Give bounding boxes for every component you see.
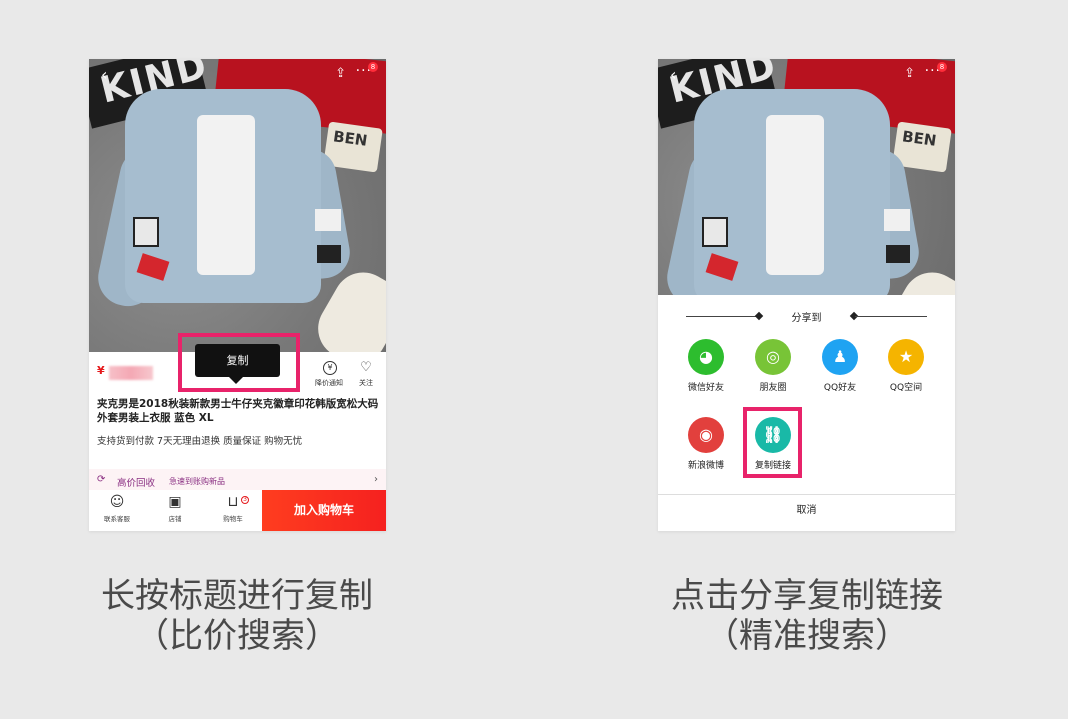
nav-cart[interactable]: ⊔ 3 购物车 (211, 494, 255, 523)
caption-left-line2: （比价搜索） (135, 616, 339, 656)
highlight-box-copy-link (743, 407, 802, 478)
service-guarantee: 支持货到付款 7天无理由退换 质量保证 购物无忧 (97, 436, 303, 447)
share-qzone[interactable]: ★ QQ空间 (876, 339, 936, 393)
nav-customer-service[interactable]: ☺ 联系客服 (95, 494, 139, 523)
nav-label: 购物车 (223, 515, 243, 523)
share-icon[interactable]: ⇪ (904, 66, 915, 81)
caption-right-line1: 点击分享复制链接 (671, 576, 943, 616)
divider-line (855, 316, 927, 317)
cancel-button[interactable]: 取消 (658, 501, 955, 516)
price-alert-icon[interactable]: ¥ (323, 361, 337, 375)
nav-label: 联系客服 (104, 515, 130, 523)
qzone-icon: ★ (888, 339, 924, 375)
price-alert-label[interactable]: 降价通知 (315, 378, 343, 388)
nav-label: 店铺 (168, 515, 182, 523)
price-symbol: ¥ (97, 364, 105, 377)
chevron-right-icon: › (374, 474, 378, 485)
share-moments[interactable]: ◎ 朋友圈 (743, 339, 803, 393)
share-qq[interactable]: ♟ QQ好友 (810, 339, 870, 393)
sheet-divider (658, 494, 955, 495)
product-photo: KIND BEN ‹ ⇪ ··· 8 (89, 59, 386, 352)
share-label: QQ空间 (889, 383, 923, 393)
nav-store[interactable]: ▣ 店铺 (153, 494, 197, 523)
product-page-right: KIND BEN ‹ ⇪ ··· 8 分享到 ◕ 微信好友 ◎ 朋友圈 ♟ QQ… (658, 59, 955, 531)
share-sheet: 分享到 ◕ 微信好友 ◎ 朋友圈 ♟ QQ好友 ★ QQ空间 ◉ 新浪微博 ⛓ … (658, 295, 955, 531)
back-icon[interactable]: ‹ (670, 65, 676, 84)
back-icon[interactable]: ‹ (101, 65, 107, 84)
notification-badge: 8 (368, 62, 378, 72)
cart-count-badge: 3 (241, 496, 249, 504)
share-icon[interactable]: ⇪ (335, 66, 346, 81)
store-icon: ▣ (168, 494, 182, 510)
product-page-left: KIND BEN ‹ ⇪ ··· 8 ¥ ¥ 降价通知 ♡ 关注 夹克男是201… (89, 59, 386, 531)
caption-left-line1: 长按标题进行复制 (101, 576, 373, 616)
price-blurred (109, 366, 153, 380)
product-photo: KIND BEN ‹ ⇪ ··· 8 (658, 59, 955, 295)
follow-icon[interactable]: ♡ (359, 361, 373, 375)
share-weibo[interactable]: ◉ 新浪微博 (676, 417, 736, 471)
add-to-cart-button[interactable]: 加入购物车 (262, 490, 386, 531)
share-label: 微信好友 (687, 383, 724, 393)
weibo-icon: ◉ (688, 417, 724, 453)
wechat-icon: ◕ (688, 339, 724, 375)
recycle-sub: 急速到账购新品 (169, 477, 225, 486)
caption-left: 长按标题进行复制 （比价搜索） (0, 576, 487, 656)
highlight-box-copy (178, 333, 300, 392)
caption-right-line2: （精准搜索） (705, 616, 909, 656)
share-label: 新浪微博 (687, 461, 724, 471)
follow-label[interactable]: 关注 (359, 378, 373, 388)
recycle-label: 高价回收 (117, 478, 156, 489)
recycle-icon: ⟳ (97, 474, 106, 485)
moments-icon: ◎ (755, 339, 791, 375)
qq-icon: ♟ (822, 339, 858, 375)
share-wechat[interactable]: ◕ 微信好友 (676, 339, 736, 393)
product-title[interactable]: 夹克男是2018秋装新款男士牛仔夹克徽章印花韩版宽松大码外套男装上衣服 蓝色 X… (97, 397, 382, 425)
notification-badge: 8 (937, 62, 947, 72)
share-label: 朋友圈 (759, 383, 787, 393)
share-label: QQ好友 (823, 383, 857, 393)
bottom-bar: ☺ 联系客服 ▣ 店铺 ⊔ 3 购物车 加入购物车 (89, 490, 386, 531)
chat-icon: ☺ (109, 494, 125, 510)
caption-right: 点击分享复制链接 （精准搜索） (557, 576, 1057, 656)
